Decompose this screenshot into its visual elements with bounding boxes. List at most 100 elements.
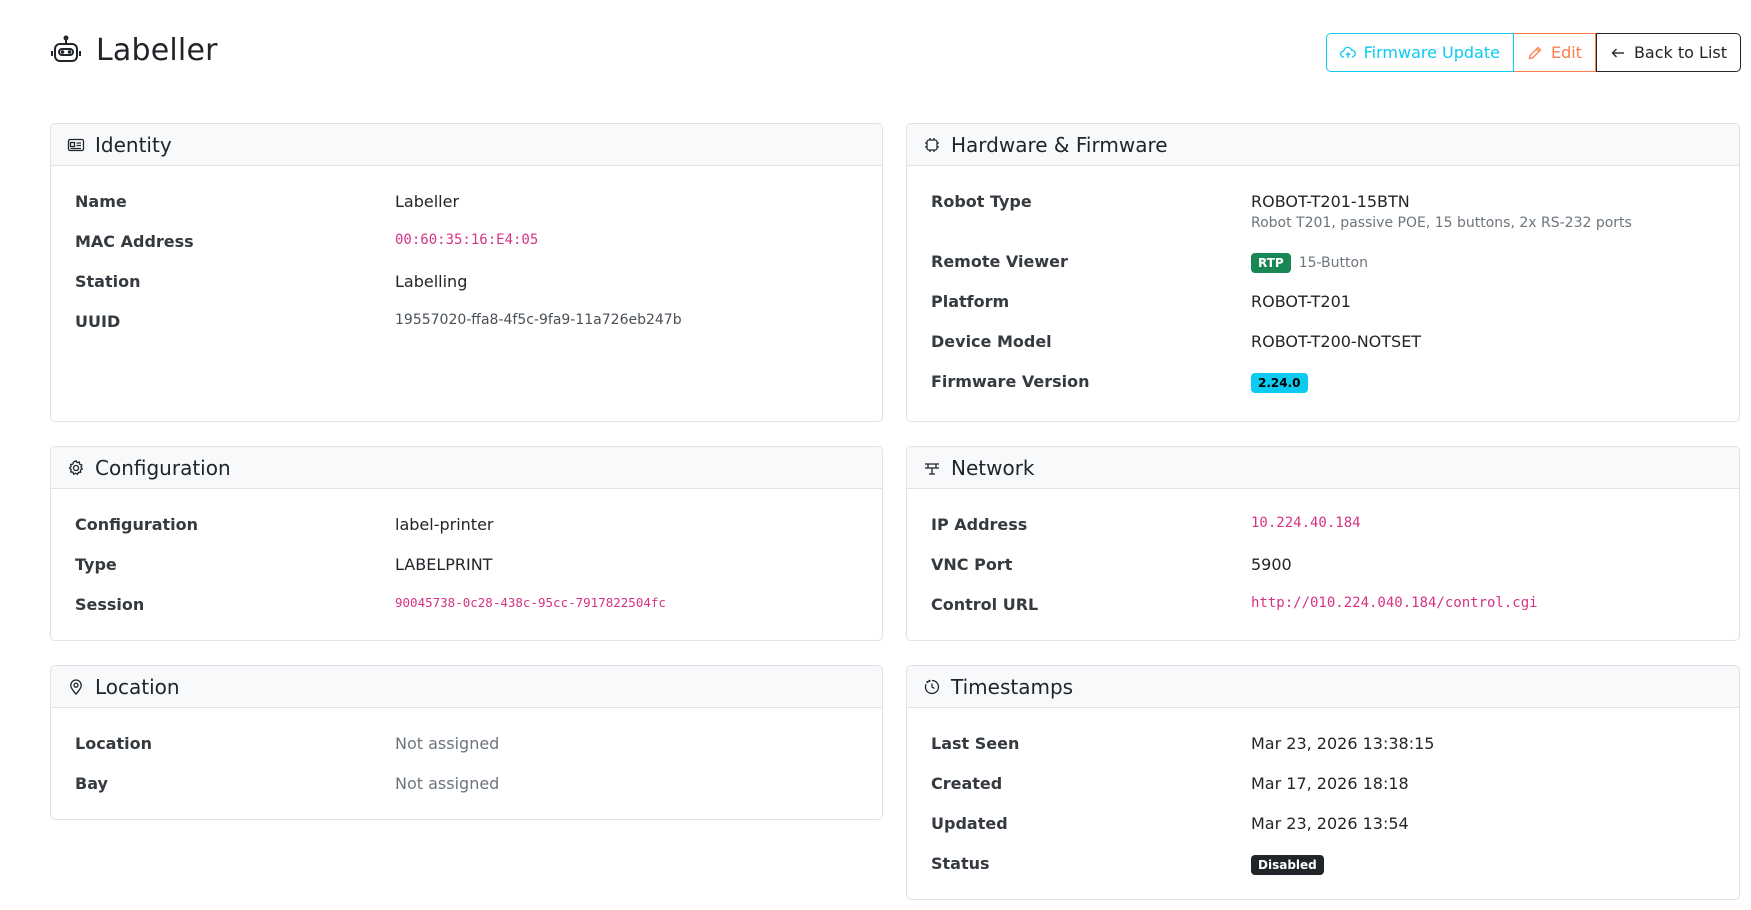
- row-label: Device Model: [931, 332, 1052, 351]
- network-card: Network IP Address 10.224.40.184 VNC Por…: [906, 446, 1740, 641]
- robot-type-value: ROBOT-T201-15BTN: [1251, 192, 1410, 211]
- status-badge: Disabled: [1251, 854, 1324, 875]
- identity-card: Identity Name Labeller MAC Address 00:60…: [50, 123, 883, 422]
- network-row-ip: IP Address 10.224.40.184: [931, 505, 1715, 545]
- row-label: Platform: [931, 292, 1010, 311]
- back-to-list-label: Back to List: [1633, 43, 1727, 62]
- row-label: Configuration: [75, 515, 199, 534]
- name-value: Labeller: [395, 192, 460, 211]
- network-row-vnc-port: VNC Port 5900: [931, 545, 1715, 585]
- identity-row-uuid: UUID 19557020-ffa8-4f5c-9fa9-11a726eb247…: [75, 302, 858, 342]
- firmware-cell: 2.24.0: [1251, 362, 1308, 393]
- rtp-badge: RTP: [1251, 252, 1291, 273]
- robot-type-description: Robot T201, passive POE, 15 buttons, 2x …: [1251, 215, 1632, 231]
- status-cell: Disabled: [1251, 844, 1324, 875]
- configuration-row-configuration: Configuration label-printer: [75, 505, 858, 545]
- page-header: Labeller Firmware Update Edit Back to Li…: [50, 30, 1741, 80]
- row-label: Session: [75, 595, 145, 614]
- ip-address-value: 10.224.40.184: [1251, 515, 1361, 531]
- row-label: Created: [931, 774, 1003, 793]
- updated-value: Mar 23, 2026 13:54: [1251, 814, 1409, 833]
- clock-history-icon: [923, 678, 941, 696]
- identity-row-mac: MAC Address 00:60:35:16:E4:05: [75, 222, 858, 262]
- type-value: LABELPRINT: [395, 555, 493, 574]
- location-row-bay: Bay Not assigned: [75, 764, 858, 804]
- row-label: Type: [75, 555, 117, 574]
- location-row-location: Location Not assigned: [75, 724, 858, 764]
- back-to-list-button[interactable]: Back to List: [1595, 33, 1741, 72]
- created-value: Mar 17, 2026 18:18: [1251, 774, 1409, 793]
- location-card: Location Location Not assigned Bay Not a…: [50, 665, 883, 820]
- configuration-card-header: Configuration: [51, 447, 882, 489]
- network-title: Network: [951, 455, 1035, 480]
- row-label: Station: [75, 272, 141, 291]
- hardware-row-firmware: Firmware Version 2.24.0: [931, 362, 1715, 402]
- configuration-title: Configuration: [95, 455, 231, 480]
- row-label: Updated: [931, 814, 1008, 833]
- header-actions: Firmware Update Edit Back to List: [1325, 33, 1741, 72]
- hardware-card: Hardware & Firmware Robot Type ROBOT-T20…: [906, 123, 1740, 422]
- timestamps-row-last-seen: Last Seen Mar 23, 2026 13:38:15: [931, 724, 1715, 764]
- row-label: Robot Type: [931, 192, 1032, 211]
- timestamps-row-updated: Updated Mar 23, 2026 13:54: [931, 804, 1715, 844]
- configuration-value: label-printer: [395, 515, 494, 534]
- location-title: Location: [95, 674, 180, 699]
- edit-button[interactable]: Edit: [1513, 33, 1596, 72]
- remote-viewer-note: 15-Button: [1298, 254, 1368, 271]
- row-label: Remote Viewer: [931, 252, 1068, 271]
- title-wrap: Labeller: [50, 30, 218, 70]
- hardware-row-robot-type: Robot Type ROBOT-T201-15BTN Robot T201, …: [931, 182, 1715, 242]
- row-label: Firmware Version: [931, 372, 1090, 391]
- timestamps-card-header: Timestamps: [907, 666, 1739, 708]
- identity-row-name: Name Labeller: [75, 182, 858, 222]
- row-label: IP Address: [931, 515, 1028, 534]
- control-url-value: http://010.224.040.184/control.cgi: [1251, 595, 1538, 611]
- mac-address-value: 00:60:35:16:E4:05: [395, 232, 539, 248]
- hardware-row-remote-viewer: Remote Viewer RTP 15-Button: [931, 242, 1715, 282]
- timestamps-row-status: Status Disabled: [931, 844, 1715, 884]
- robot-icon: [50, 34, 82, 66]
- robot-type-cell: ROBOT-T201-15BTN Robot T201, passive POE…: [1251, 182, 1632, 231]
- configuration-card: Configuration Configuration label-printe…: [50, 446, 883, 641]
- chip-icon: [923, 136, 941, 154]
- timestamps-row-created: Created Mar 17, 2026 18:18: [931, 764, 1715, 804]
- row-label: UUID: [75, 312, 121, 331]
- last-seen-value: Mar 23, 2026 13:38:15: [1251, 734, 1435, 753]
- timestamps-title: Timestamps: [951, 674, 1074, 699]
- location-card-header: Location: [51, 666, 882, 708]
- firmware-update-button[interactable]: Firmware Update: [1325, 33, 1514, 72]
- configuration-row-type: Type LABELPRINT: [75, 545, 858, 585]
- row-label: VNC Port: [931, 555, 1013, 574]
- remote-viewer-cell: RTP 15-Button: [1251, 242, 1368, 273]
- uuid-value: 19557020-ffa8-4f5c-9fa9-11a726eb247b: [395, 312, 682, 328]
- row-label: Status: [931, 854, 990, 873]
- network-row-control-url: Control URL http://010.224.040.184/contr…: [931, 585, 1715, 625]
- device-model-value: ROBOT-T200-NOTSET: [1251, 332, 1422, 351]
- hardware-row-platform: Platform ROBOT-T201: [931, 282, 1715, 322]
- location-value: Not assigned: [395, 734, 500, 753]
- timestamps-card: Timestamps Last Seen Mar 23, 2026 13:38:…: [906, 665, 1740, 900]
- session-value: 90045738-0c28-438c-95cc-7917822504fc: [395, 595, 666, 610]
- pencil-icon: [1528, 46, 1542, 59]
- firmware-update-label: Firmware Update: [1363, 43, 1500, 62]
- row-label: MAC Address: [75, 232, 194, 251]
- row-label: Control URL: [931, 595, 1039, 614]
- hardware-row-device-model: Device Model ROBOT-T200-NOTSET: [931, 322, 1715, 362]
- platform-value: ROBOT-T201: [1251, 292, 1351, 311]
- row-label: Last Seen: [931, 734, 1020, 753]
- vnc-port-value: 5900: [1251, 555, 1292, 574]
- page-title: Labeller: [96, 32, 218, 68]
- row-label: Location: [75, 734, 152, 753]
- gear-icon: [67, 459, 85, 477]
- cloud-upload-icon: [1339, 46, 1356, 58]
- row-label: Bay: [75, 774, 108, 793]
- firmware-version-badge: 2.24.0: [1251, 372, 1308, 393]
- identity-row-station: Station Labelling: [75, 262, 858, 302]
- id-card-icon: [67, 136, 85, 154]
- bay-value: Not assigned: [395, 774, 500, 793]
- hardware-title: Hardware & Firmware: [951, 132, 1168, 157]
- row-label: Name: [75, 192, 127, 211]
- identity-card-header: Identity: [51, 124, 882, 166]
- station-value: Labelling: [395, 272, 468, 291]
- hardware-card-header: Hardware & Firmware: [907, 124, 1739, 166]
